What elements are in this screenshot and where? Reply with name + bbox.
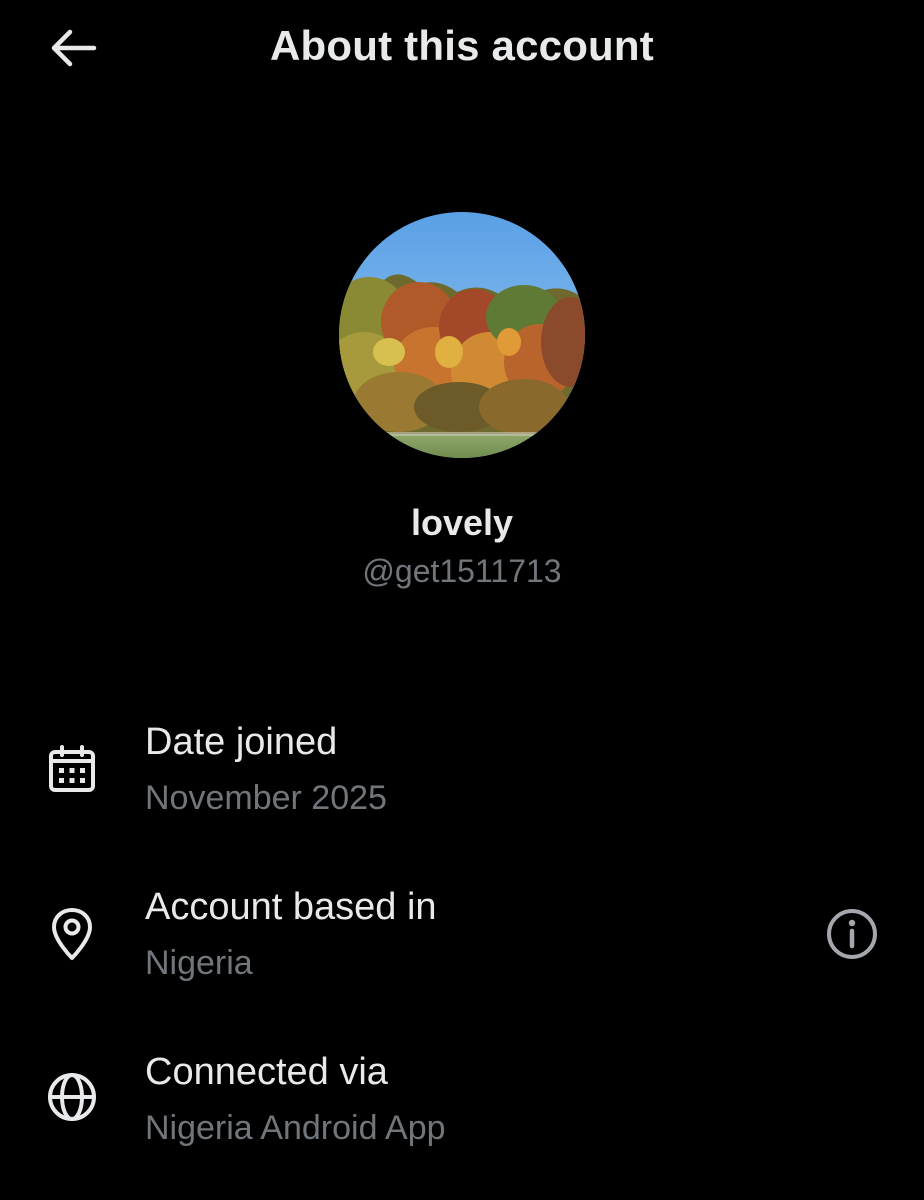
- header-bar: About this account: [0, 0, 924, 100]
- display-name: lovely: [410, 502, 514, 543]
- detail-value: November 2025: [145, 779, 387, 817]
- detail-row-account-based-in: Account based in Nigeria: [0, 880, 924, 1000]
- avatar[interactable]: [339, 212, 585, 458]
- avatar-photo: [339, 212, 585, 458]
- detail-label: Date joined: [145, 721, 338, 763]
- detail-label: Account based in: [145, 886, 437, 928]
- location-pin-icon: [44, 906, 100, 962]
- detail-label: Connected via: [145, 1051, 388, 1093]
- info-icon: [827, 909, 877, 959]
- detail-row-date-joined: Date joined November 2025: [0, 715, 924, 835]
- globe-icon: [44, 1069, 100, 1125]
- detail-value: Nigeria: [145, 944, 253, 982]
- info-button[interactable]: [822, 904, 882, 964]
- detail-row-connected-via: Connected via Nigeria Android App: [0, 1045, 924, 1165]
- page-title: About this account: [270, 22, 654, 69]
- account-handle: @get1511713: [362, 553, 562, 589]
- detail-value: Nigeria Android App: [145, 1109, 446, 1147]
- calendar-icon: [44, 741, 100, 797]
